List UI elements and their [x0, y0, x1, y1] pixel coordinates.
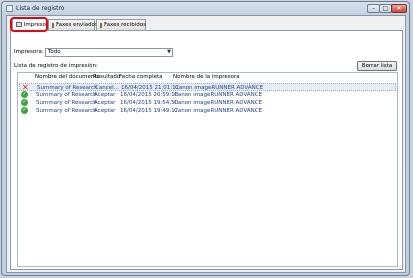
- log-list-window: Lista de registro – □ ✕ Impreso Faxes en…: [1, 1, 410, 276]
- table-row[interactable]: ✓ Summary of Research Aceptar 16/04/2015…: [19, 107, 396, 115]
- check-icon: ✓: [21, 99, 28, 106]
- column-header-result[interactable]: Resultado: [93, 74, 120, 80]
- tab-label: Faxes recibidos: [104, 22, 146, 28]
- app-icon: [6, 5, 13, 12]
- result: Aceptar: [94, 92, 116, 98]
- table-row[interactable]: ✕ Summary of Research Cancel... 16/04/20…: [19, 83, 396, 92]
- fax-icon: [100, 22, 102, 28]
- close-button[interactable]: ✕: [391, 4, 407, 13]
- print-log-list[interactable]: Nombre del documento Resultado Fecha com…: [17, 72, 398, 267]
- printer-name: Canon imageRUNNER ADVANCE: [174, 108, 263, 114]
- chevron-down-icon: ▼: [167, 49, 171, 55]
- client-area: Impreso Faxes enviados Faxes recibidos I…: [6, 15, 406, 273]
- printer-icon: [16, 22, 22, 27]
- tab-label: Faxes enviados: [56, 22, 98, 28]
- printer-filter-select[interactable]: Todo ▼: [45, 48, 173, 57]
- printer-filter-label: Impresora:: [14, 49, 44, 55]
- tab-received-faxes[interactable]: Faxes recibidos: [96, 19, 146, 30]
- printer-name: Canon imageRUNNER ADVANCE: [174, 92, 263, 98]
- error-icon: ✕: [22, 83, 29, 92]
- printer-filter-value: Todo: [48, 49, 61, 55]
- document-name: Summary of Research: [36, 108, 97, 114]
- clear-list-button[interactable]: Borrar lista: [357, 61, 397, 71]
- column-header-document[interactable]: Nombre del documento: [35, 74, 100, 80]
- check-icon: ✓: [21, 91, 28, 98]
- completion-date: 16/04/2015 19:54:50: [120, 100, 179, 106]
- tab-printed[interactable]: Impreso: [12, 18, 47, 30]
- table-row[interactable]: ✓ Summary of Research Aceptar 16/04/2015…: [19, 99, 396, 107]
- tab-sent-faxes[interactable]: Faxes enviados: [48, 19, 98, 30]
- column-header-date[interactable]: Fecha completa: [119, 74, 163, 80]
- printer-name: Canon imageRUNNER ADVANCE: [174, 100, 263, 106]
- result: Aceptar: [94, 100, 116, 106]
- fax-icon: [52, 22, 54, 28]
- completion-date: 16/04/2015 19:49:17: [120, 108, 179, 114]
- list-label: Lista de registro de impresión:: [14, 63, 98, 69]
- tab-panel: Impresora: Todo ▼ Lista de registro de i…: [10, 30, 403, 270]
- result: Aceptar: [94, 108, 116, 114]
- check-icon: ✓: [21, 107, 28, 114]
- title-bar[interactable]: Lista de registro – □ ✕: [2, 2, 409, 16]
- table-row[interactable]: ✓ Summary of Research Aceptar 16/04/2015…: [19, 91, 396, 99]
- column-header-printer[interactable]: Nombre de la impresora: [173, 74, 240, 80]
- document-name: Summary of Research: [36, 100, 97, 106]
- completion-date: 16/04/2015 20:59:18: [120, 92, 179, 98]
- tab-label: Impreso: [23, 21, 46, 28]
- document-name: Summary of Research: [36, 92, 97, 98]
- window-title: Lista de registro: [16, 5, 65, 12]
